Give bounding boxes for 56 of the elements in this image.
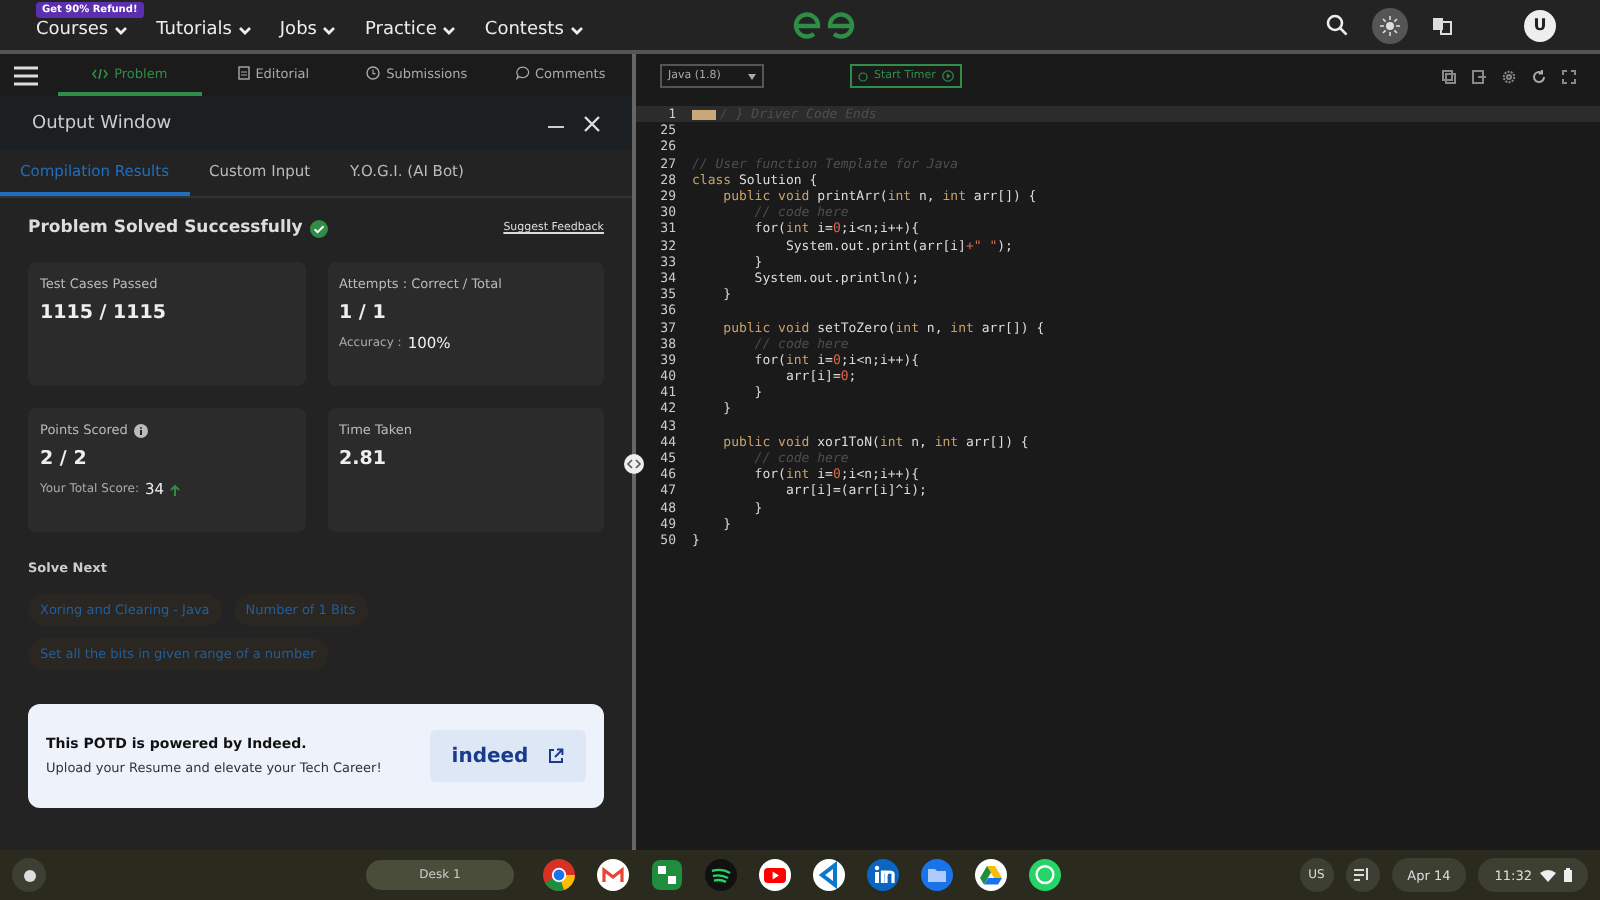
mail-icon[interactable]: [596, 858, 630, 892]
stat-value: 1 / 1: [339, 302, 388, 324]
wifi-icon: [1540, 869, 1556, 881]
chevron-down-icon: [114, 25, 129, 35]
refresh-icon[interactable]: [1532, 69, 1546, 83]
status-text: Problem Solved Successfully: [28, 218, 303, 238]
chevron-down-icon: [237, 25, 252, 35]
video-play-icon[interactable]: [758, 858, 792, 892]
nav-menu[interactable]: Contests: [484, 20, 584, 40]
media-button[interactable]: [1345, 858, 1380, 892]
output-window-title: Output Window: [32, 113, 172, 133]
battery-icon: [1564, 868, 1572, 882]
music-app-icon[interactable]: [704, 858, 738, 892]
chevron-down-icon: [442, 25, 457, 35]
translate-icon[interactable]: [1432, 15, 1452, 35]
site-logo[interactable]: [791, 11, 856, 39]
fold-marker[interactable]: [692, 109, 716, 120]
fullscreen-icon[interactable]: [1562, 69, 1576, 83]
nav-menu[interactable]: Practice: [364, 20, 457, 40]
launcher-button[interactable]: [12, 858, 46, 892]
playlist-icon: [1354, 868, 1371, 882]
copy-icon[interactable]: [1442, 69, 1456, 83]
browser-icon[interactable]: [542, 858, 576, 892]
chat-bubble-icon: [515, 66, 529, 80]
stat-value: 2 / 2: [40, 448, 89, 470]
chat-app-icon[interactable]: [1028, 858, 1062, 892]
document-icon: [237, 66, 250, 80]
chevron-down-icon: [569, 25, 584, 35]
export-icon[interactable]: [1472, 69, 1486, 83]
user-avatar[interactable]: U: [1524, 9, 1556, 41]
menu-icon[interactable]: [14, 65, 38, 85]
stat-value: 1115 / 1115: [40, 302, 168, 324]
close-icon[interactable]: [584, 115, 600, 131]
nav-menu[interactable]: Jobs: [279, 20, 337, 40]
nav-menu[interactable]: Courses: [36, 20, 129, 40]
circle-icon: [23, 869, 35, 881]
clock-icon: [366, 66, 381, 80]
code-editor-icon[interactable]: [812, 858, 846, 892]
timer-icon: [858, 71, 868, 81]
external-link-icon: [548, 748, 565, 764]
triangle-app-icon[interactable]: [974, 858, 1008, 892]
search-icon[interactable]: [1326, 14, 1348, 36]
network-app-icon[interactable]: [866, 858, 900, 892]
folder-icon[interactable]: [920, 858, 954, 892]
chevron-down-icon: [322, 25, 337, 35]
caret-icon: [748, 73, 756, 79]
grid-app-icon[interactable]: [650, 858, 684, 892]
stat-value: 2.81: [339, 448, 388, 470]
theme-toggle-icon[interactable]: [1372, 7, 1408, 43]
settings-icon[interactable]: [1502, 69, 1516, 83]
sponsor-button[interactable]: indeed: [430, 730, 586, 782]
info-icon[interactable]: [133, 423, 148, 437]
check-circle-icon: [310, 219, 329, 237]
code-icon: [92, 67, 109, 79]
nav-menu[interactable]: Tutorials: [156, 20, 252, 40]
play-icon: [941, 70, 954, 82]
